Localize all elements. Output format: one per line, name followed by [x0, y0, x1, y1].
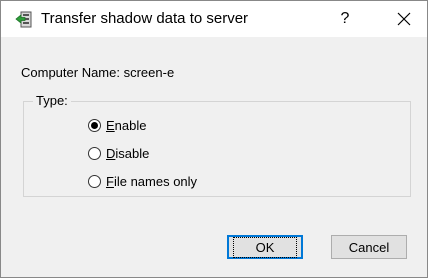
cancel-button[interactable]: Cancel [331, 235, 407, 259]
ok-button-label: OK [232, 236, 298, 258]
radio-button-disable[interactable] [88, 146, 101, 160]
radio-button-enable[interactable] [88, 118, 101, 132]
cancel-button-label: Cancel [348, 239, 390, 255]
radio-label-enable: Enable [106, 117, 147, 133]
radio-button-file-names-only[interactable] [88, 174, 101, 188]
transfer-shadow-icon [15, 10, 33, 30]
ok-button[interactable]: OK [227, 235, 303, 259]
radio-disable[interactable]: Disable [88, 144, 149, 162]
type-group-legend: Type: [33, 93, 71, 108]
title-bar[interactable]: Transfer shadow data to server ? [1, 1, 427, 37]
window-title: Transfer shadow data to server [41, 10, 249, 27]
computer-name-label: Computer Name: screen-e [21, 65, 175, 80]
dialog-window: Transfer shadow data to server ? Compute… [0, 0, 428, 278]
radio-enable[interactable]: Enable [88, 116, 146, 134]
type-groupbox [23, 101, 411, 197]
radio-label-disable: Disable [106, 145, 150, 161]
radio-label-file-names-only: File names only [106, 173, 198, 189]
close-button[interactable] [381, 1, 427, 37]
help-button[interactable]: ? [327, 1, 363, 37]
close-icon [397, 12, 411, 26]
radio-file-names-only[interactable]: File names only [88, 172, 197, 190]
